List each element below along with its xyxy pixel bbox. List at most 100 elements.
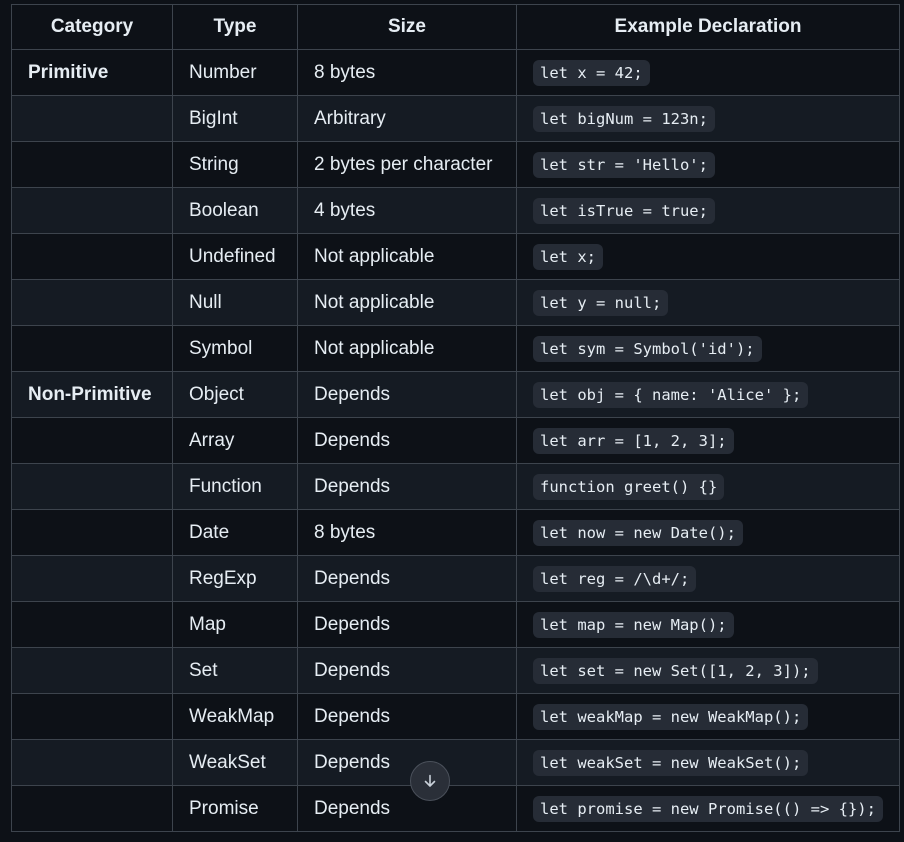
cell-type: Number xyxy=(172,49,298,96)
cell-size: 2 bytes per character xyxy=(297,141,517,188)
cell-size: 8 bytes xyxy=(297,49,517,96)
cell-category xyxy=(11,739,173,786)
example-code: function greet() {} xyxy=(533,473,725,500)
example-code: let promise = new Promise(() => {}); xyxy=(533,795,883,822)
cell-example: let now = new Date(); xyxy=(516,509,900,556)
cell-category xyxy=(11,279,173,326)
cell-size: 4 bytes xyxy=(297,187,517,234)
cell-example: let sym = Symbol('id'); xyxy=(516,325,900,372)
cell-category xyxy=(11,417,173,464)
table-row: WeakMap Depends let weakMap = new WeakMap(… xyxy=(11,693,900,740)
data-types-table: Category Type Size Example Declaration P… xyxy=(11,4,900,832)
example-code: let now = new Date(); xyxy=(533,519,743,546)
cell-size: Depends xyxy=(297,463,517,510)
example-code: let x = 42; xyxy=(533,59,650,86)
table-row: Array Depends let arr = [1, 2, 3]; xyxy=(11,417,900,464)
cell-category xyxy=(11,647,173,694)
cell-type: Function xyxy=(172,463,298,510)
example-code: let weakMap = new WeakMap(); xyxy=(533,703,809,730)
cell-example: let weakSet = new WeakSet(); xyxy=(516,739,900,786)
cell-example: let obj = { name: 'Alice' }; xyxy=(516,371,900,418)
cell-type: BigInt xyxy=(172,95,298,142)
table-row: BigInt Arbitrary let bigNum = 123n; xyxy=(11,95,900,142)
cell-size: Not applicable xyxy=(297,325,517,372)
cell-size: Depends xyxy=(297,647,517,694)
cell-example: let weakMap = new WeakMap(); xyxy=(516,693,900,740)
table-row: Symbol Not applicable let sym = Symbol('id… xyxy=(11,325,900,372)
cell-category xyxy=(11,693,173,740)
arrow-down-icon xyxy=(424,774,436,787)
cell-type: Array xyxy=(172,417,298,464)
cell-category: Primitive xyxy=(11,49,173,96)
header-row: Category Type Size Example Declaration xyxy=(11,4,900,50)
cell-category xyxy=(11,509,173,556)
example-code: let y = null; xyxy=(533,289,669,316)
header-category: Category xyxy=(11,4,173,50)
cell-category xyxy=(11,141,173,188)
header-type: Type xyxy=(172,4,298,50)
cell-example: let arr = [1, 2, 3]; xyxy=(516,417,900,464)
table-row: Boolean 4 bytes let isTrue = true; xyxy=(11,187,900,234)
example-code: let bigNum = 123n; xyxy=(533,105,715,132)
cell-example: let reg = /\d+/; xyxy=(516,555,900,602)
table-row: Undefined Not applicable let x; xyxy=(11,233,900,280)
table-row: RegExp Depends let reg = /\d+/; xyxy=(11,555,900,602)
cell-example: let str = 'Hello'; xyxy=(516,141,900,188)
cell-size: Depends xyxy=(297,693,517,740)
scroll-down-button[interactable] xyxy=(410,761,450,801)
table-row: Set Depends let set = new Set([1, 2, 3]); xyxy=(11,647,900,694)
cell-category xyxy=(11,95,173,142)
cell-size: Depends xyxy=(297,555,517,602)
cell-type: Map xyxy=(172,601,298,648)
cell-category xyxy=(11,325,173,372)
cell-category xyxy=(11,233,173,280)
header-example: Example Declaration xyxy=(516,4,900,50)
cell-example: let x = 42; xyxy=(516,49,900,96)
example-code: let str = 'Hello'; xyxy=(533,151,715,178)
cell-category xyxy=(11,601,173,648)
cell-example: let promise = new Promise(() => {}); xyxy=(516,785,900,832)
cell-size: Depends xyxy=(297,785,517,832)
cell-category xyxy=(11,463,173,510)
table-row: WeakSet Depends let weakSet = new WeakSet(… xyxy=(11,739,900,786)
cell-category: Non-Primitive xyxy=(11,371,173,418)
cell-type: RegExp xyxy=(172,555,298,602)
cell-category xyxy=(11,555,173,602)
cell-example: let isTrue = true; xyxy=(516,187,900,234)
cell-size: 8 bytes xyxy=(297,509,517,556)
example-code: let isTrue = true; xyxy=(533,197,715,224)
example-code: let obj = { name: 'Alice' }; xyxy=(533,381,809,408)
cell-example: let map = new Map(); xyxy=(516,601,900,648)
example-code: let weakSet = new WeakSet(); xyxy=(533,749,809,776)
cell-type: Set xyxy=(172,647,298,694)
cell-example: function greet() {} xyxy=(516,463,900,510)
table-body: Primitive Number 8 bytes let x = 42; BigInt A… xyxy=(11,49,900,832)
table-row: Non-Primitive Object Depends let obj = { na… xyxy=(11,371,900,418)
example-code: let reg = /\d+/; xyxy=(533,565,697,592)
cell-example: let set = new Set([1, 2, 3]); xyxy=(516,647,900,694)
cell-example: let x; xyxy=(516,233,900,280)
cell-size: Depends xyxy=(297,739,517,786)
cell-size: Arbitrary xyxy=(297,95,517,142)
cell-type: Promise xyxy=(172,785,298,832)
header-size: Size xyxy=(297,4,517,50)
cell-type: Symbol xyxy=(172,325,298,372)
cell-size: Depends xyxy=(297,601,517,648)
cell-type: String xyxy=(172,141,298,188)
example-code: let x; xyxy=(533,243,603,270)
cell-category xyxy=(11,187,173,234)
cell-size: Not applicable xyxy=(297,233,517,280)
cell-category xyxy=(11,785,173,832)
cell-example: let bigNum = 123n; xyxy=(516,95,900,142)
cell-type: Boolean xyxy=(172,187,298,234)
table-row: Null Not applicable let y = null; xyxy=(11,279,900,326)
cell-example: let y = null; xyxy=(516,279,900,326)
table-row: Promise Depends let promise = new Promise(… xyxy=(11,785,900,832)
table-row: Map Depends let map = new Map(); xyxy=(11,601,900,648)
cell-size: Not applicable xyxy=(297,279,517,326)
example-code: let sym = Symbol('id'); xyxy=(533,335,762,362)
cell-size: Depends xyxy=(297,371,517,418)
chat-content: Category Type Size Example Declaration P… xyxy=(0,0,904,842)
cell-type: Object xyxy=(172,371,298,418)
table-header: Category Type Size Example Declaration xyxy=(11,4,900,50)
